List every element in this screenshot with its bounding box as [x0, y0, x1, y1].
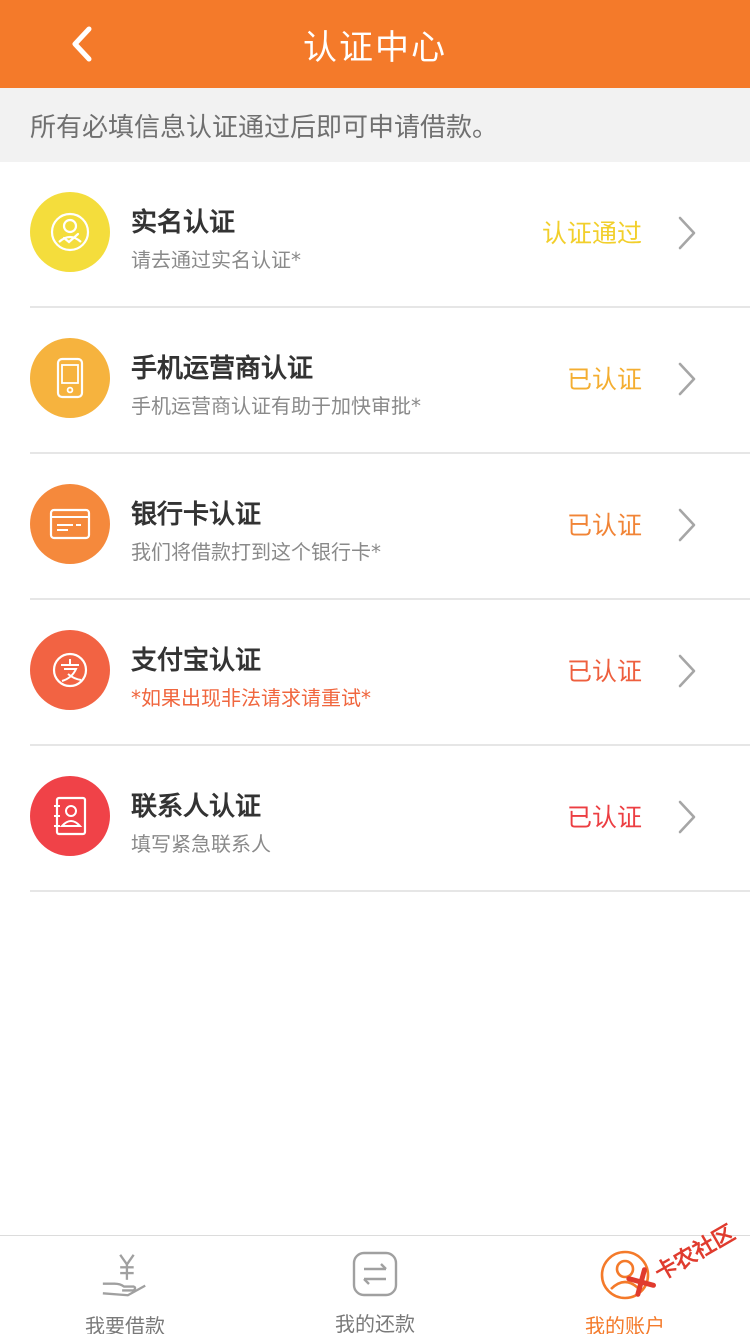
contact-book-icon	[30, 776, 110, 856]
verify-row-phone-carrier[interactable]: 手机运营商认证 手机运营商认证有助于加快审批* 已认证	[0, 308, 750, 454]
verify-subtitle: 手机运营商认证有助于加快审批*	[131, 394, 421, 418]
verify-row-bank-card[interactable]: 银行卡认证 我们将借款打到这个银行卡* 已认证	[0, 454, 750, 600]
yen-hand-icon	[99, 1250, 151, 1300]
tab-label: 我的账户	[585, 1314, 665, 1334]
page-title: 认证中心	[303, 27, 447, 68]
tab-repay[interactable]: 我的还款	[250, 1236, 500, 1334]
verify-title: 手机运营商认证	[131, 354, 314, 384]
nav-header: 认证中心	[0, 0, 750, 88]
auth-center-page: 认证中心 所有必填信息认证通过后即可申请借款。 实名认证 请去通过实名认证* 认…	[0, 0, 750, 1334]
verify-row-contacts[interactable]: 联系人认证 填写紧急联系人 已认证	[0, 746, 750, 892]
tab-label: 我的还款	[335, 1312, 415, 1334]
chevron-right-icon	[678, 654, 696, 688]
divider	[30, 890, 750, 892]
verify-status: 已认证	[566, 657, 642, 686]
chevron-right-icon	[678, 800, 696, 834]
verify-row-alipay[interactable]: 支付宝认证 *如果出现非法请求请重试* 已认证	[0, 600, 750, 746]
verify-status: 已认证	[566, 511, 642, 540]
verify-subtitle: 填写紧急联系人	[131, 832, 271, 856]
verify-title: 银行卡认证	[131, 500, 262, 530]
verify-title: 联系人认证	[131, 792, 262, 822]
back-button[interactable]	[56, 18, 108, 70]
phone-icon	[30, 338, 110, 418]
tab-borrow[interactable]: 我要借款	[0, 1236, 250, 1334]
verify-subtitle: *如果出现非法请求请重试*	[131, 686, 371, 710]
chevron-right-icon	[678, 362, 696, 396]
verification-list: 实名认证 请去通过实名认证* 认证通过 手机运营商认证 手机运营商认证有助于加快…	[0, 162, 750, 892]
chevron-left-icon	[72, 26, 92, 62]
verify-status: 已认证	[566, 365, 642, 394]
verify-title: 实名认证	[131, 208, 236, 238]
id-badge-icon	[30, 192, 110, 272]
chevron-right-icon	[678, 508, 696, 542]
exchange-icon	[349, 1250, 401, 1298]
verify-status: 已认证	[566, 803, 642, 832]
alipay-icon	[30, 630, 110, 710]
tab-label: 我要借款	[85, 1314, 165, 1334]
verify-subtitle: 请去通过实名认证*	[131, 248, 301, 272]
verify-row-real-name[interactable]: 实名认证 请去通过实名认证* 认证通过	[0, 162, 750, 308]
verify-subtitle: 我们将借款打到这个银行卡*	[131, 540, 381, 564]
bank-card-icon	[30, 484, 110, 564]
verify-title: 支付宝认证	[131, 646, 262, 676]
requirement-notice: 所有必填信息认证通过后即可申请借款。	[0, 88, 750, 162]
verify-status: 认证通过	[541, 219, 642, 248]
chevron-right-icon	[678, 216, 696, 250]
